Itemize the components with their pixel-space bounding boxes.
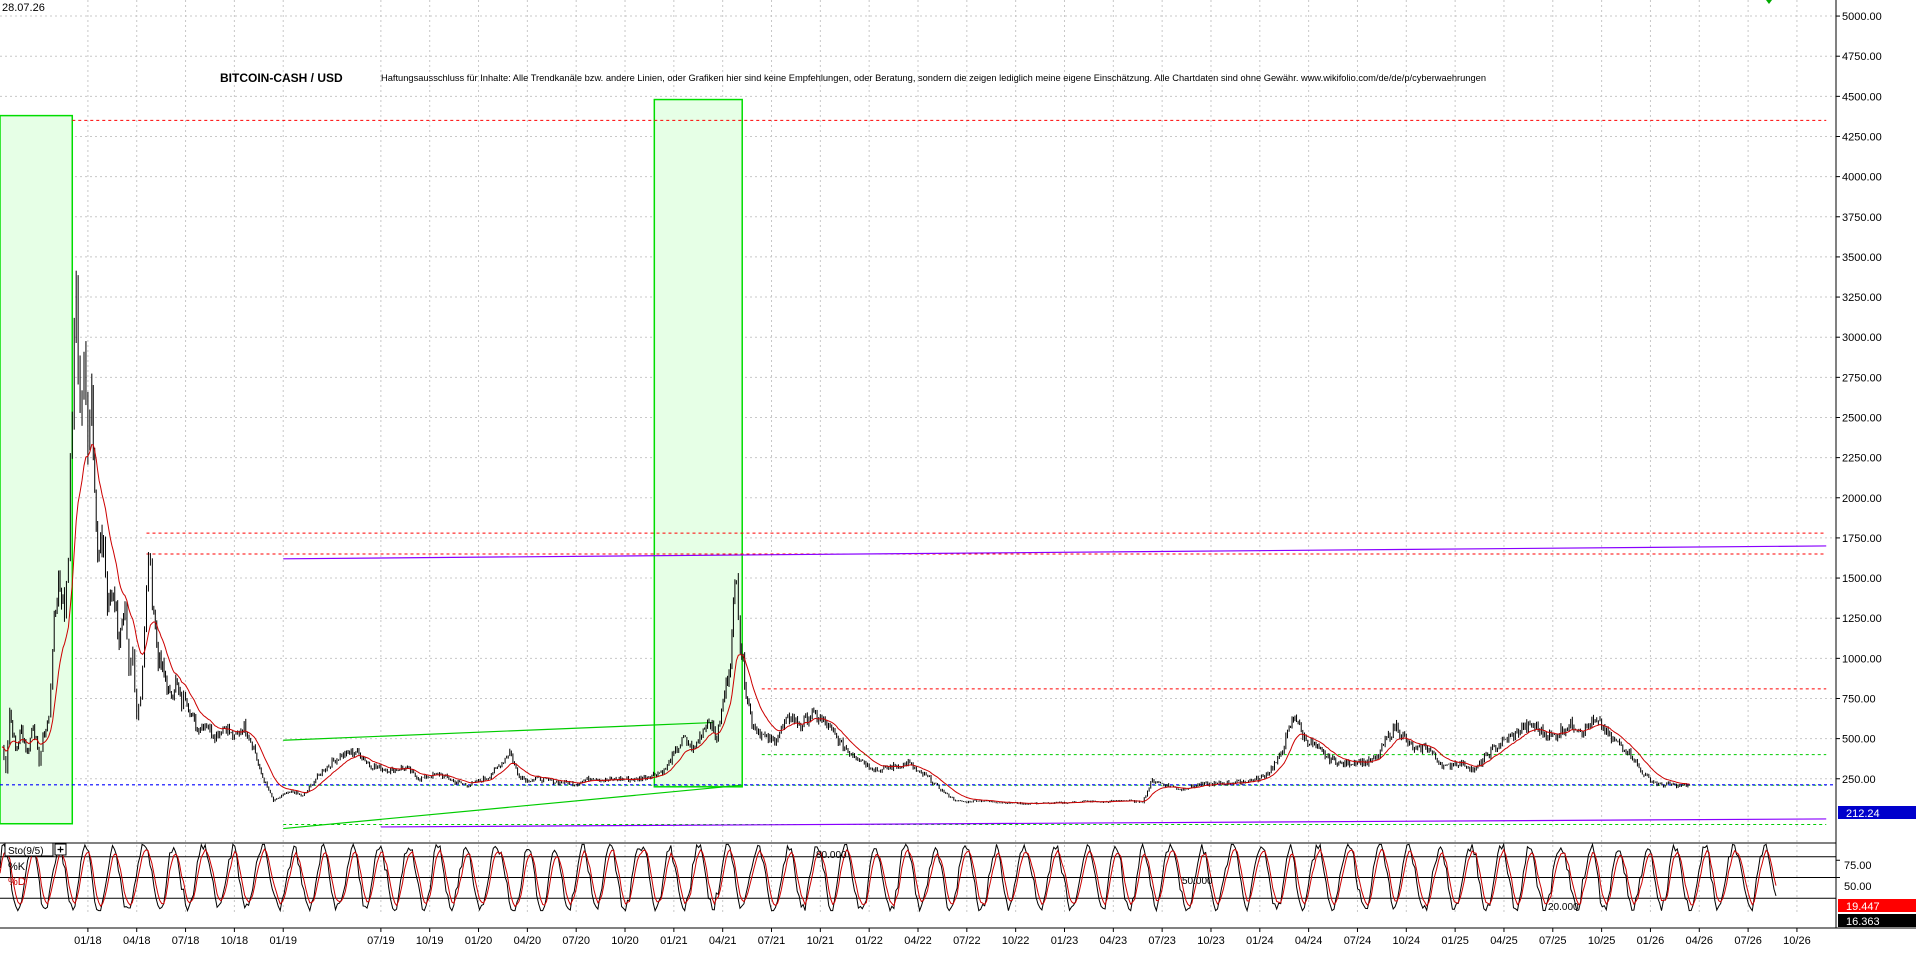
x-tick-label: 07/20 <box>562 935 590 947</box>
x-tick-label: 04/26 <box>1686 935 1714 947</box>
x-tick-label: 01/25 <box>1441 935 1469 947</box>
x-tick-label: 07/19 <box>367 935 395 947</box>
y-tick-label: 3750.00 <box>1842 212 1882 224</box>
y-tick-label: 5000.00 <box>1842 11 1882 23</box>
x-tick-label: 01/23 <box>1051 935 1079 947</box>
x-tick-label: 10/20 <box>611 935 639 947</box>
sto-y-50-label: 50.00 <box>1844 881 1872 893</box>
x-tick-label: 10/22 <box>1002 935 1030 947</box>
x-tick-label: 04/23 <box>1100 935 1128 947</box>
x-tick-label: 10/24 <box>1393 935 1421 947</box>
chart-title: BITCOIN-CASH / USD <box>220 71 343 85</box>
y-tick-label: 1000.00 <box>1842 653 1882 665</box>
x-tick-label: 07/23 <box>1148 935 1176 947</box>
current-price-badge: 212.24 <box>1838 806 1916 820</box>
sto-legend-d: %D <box>8 876 26 888</box>
y-tick-label: 3250.00 <box>1842 292 1882 304</box>
x-tick-label: 10/21 <box>807 935 835 947</box>
chart-container: 250.00 500.00 750.00 1000.00 1250.00 1500.00 1… <box>0 0 1916 948</box>
d-value-label: 16.363 <box>1846 916 1880 928</box>
sto-legend-k: %K <box>8 861 26 873</box>
x-tick-label: 07/25 <box>1539 935 1567 947</box>
x-tick-label: 01/24 <box>1246 935 1274 947</box>
x-tick-label: 04/21 <box>709 935 737 947</box>
x-tick-label: 07/24 <box>1344 935 1372 947</box>
y-tick-label: 2500.00 <box>1842 412 1882 424</box>
y-tick-label: 4250.00 <box>1842 131 1882 143</box>
sto-level-50-label: 50.000 <box>1182 876 1213 887</box>
k-value-label: 19.447 <box>1846 901 1880 913</box>
current-price-label: 212.24 <box>1846 808 1880 820</box>
y-tick-label: 3500.00 <box>1842 252 1882 264</box>
d-value-badge: 16.363 <box>1838 914 1916 928</box>
x-tick-label: 01/20 <box>465 935 493 947</box>
x-tick-label: 07/26 <box>1734 935 1762 947</box>
x-tick-label: 10/23 <box>1197 935 1225 947</box>
sto-level-80-label: 80.000 <box>816 850 847 861</box>
x-tick-label: 10/25 <box>1588 935 1616 947</box>
x-tick-label: 10/18 <box>221 935 249 947</box>
chart-background <box>0 0 1916 948</box>
y-tick-label: 500.00 <box>1842 734 1876 746</box>
y-tick-label: 1500.00 <box>1842 573 1882 585</box>
y-tick-label: 2000.00 <box>1842 493 1882 505</box>
sto-level-20-label: 20.000 <box>1548 902 1579 913</box>
sto-title-box[interactable]: Sto(9/5) <box>4 842 67 857</box>
x-tick-label: 07/18 <box>172 935 200 947</box>
x-tick-label: 01/26 <box>1637 935 1665 947</box>
y-tick-label: 4000.00 <box>1842 172 1882 184</box>
y-tick-label: 250.00 <box>1842 774 1876 786</box>
x-tick-label: 04/25 <box>1490 935 1518 947</box>
y-tick-label: 2750.00 <box>1842 372 1882 384</box>
x-tick-label: 07/22 <box>953 935 981 947</box>
y-tick-label: 750.00 <box>1842 693 1876 705</box>
x-tick-label: 10/19 <box>416 935 444 947</box>
y-tick-label: 1750.00 <box>1842 533 1882 545</box>
y-tick-label: 2250.00 <box>1842 453 1882 465</box>
disclaimer-text: Haftungsausschluss für Inhalte: Alle Tre… <box>381 73 1486 84</box>
sto-y-75-label: 75.00 <box>1844 860 1872 872</box>
x-tick-label: 01/22 <box>855 935 883 947</box>
x-tick-label: 07/21 <box>758 935 786 947</box>
x-tick-label: 01/19 <box>269 935 297 947</box>
y-tick-label: 4500.00 <box>1842 91 1882 103</box>
x-tick-label: 04/22 <box>904 935 932 947</box>
sto-title: Sto(9/5) <box>8 846 44 857</box>
x-tick-label: 01/18 <box>74 935 102 947</box>
header-date: 28.07.26 <box>2 2 45 14</box>
x-tick-label: 04/24 <box>1295 935 1323 947</box>
k-value-badge: 19.447 <box>1838 899 1916 913</box>
x-tick-label: 04/20 <box>514 935 542 947</box>
x-tick-label: 01/21 <box>660 935 688 947</box>
y-tick-label: 4750.00 <box>1842 51 1882 63</box>
y-tick-label: 1250.00 <box>1842 613 1882 625</box>
x-tick-label: 10/26 <box>1783 935 1811 947</box>
chart-svg: 250.00 500.00 750.00 1000.00 1250.00 1500.00 1… <box>0 0 1916 948</box>
x-tick-label: 04/18 <box>123 935 151 947</box>
y-tick-label: 3000.00 <box>1842 332 1882 344</box>
